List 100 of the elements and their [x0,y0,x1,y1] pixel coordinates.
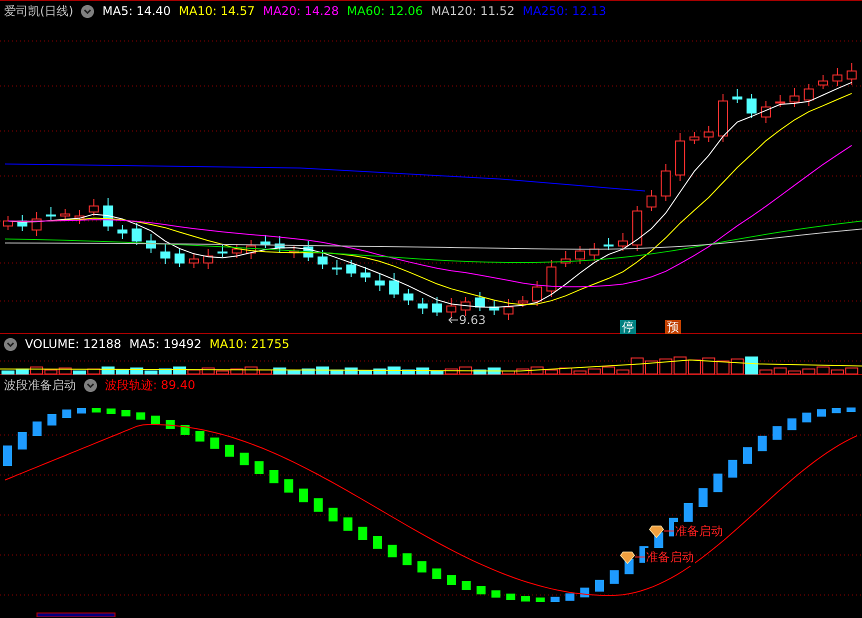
indicator-value: MA60: 12.06 [346,3,423,19]
low-price-label: 9.63 [459,312,486,329]
oscillator-bar [299,488,308,502]
candle [632,206,642,252]
oscillator-bar [787,418,796,430]
oscillator-bar [121,410,130,416]
oscillator-bar [758,436,767,452]
oscillator-bar [432,568,442,580]
chart-title: 波段准备启动 [4,377,76,393]
oscillator-bar [743,447,752,464]
oscillator-bar [476,586,486,594]
candle [32,212,42,236]
candle [132,222,142,246]
candle [818,74,828,90]
candle [232,244,242,258]
candle [589,242,600,262]
signal-label: 准备启动 [645,548,695,566]
oscillator-bar [595,580,604,592]
arrow-icon [447,315,459,325]
candle [403,288,414,306]
oscillator-bar [447,575,456,585]
oscillator-bar [491,590,500,598]
candle [3,216,13,230]
diamond-icon [620,550,635,564]
oscillator-bar [565,593,574,601]
candle [174,248,185,268]
oscillator-bar [610,570,619,584]
collapse-icon[interactable] [81,4,94,18]
oscillator-bar [106,408,116,414]
candle [460,296,471,316]
oscillator-bar [269,470,278,484]
candle [303,240,314,262]
oscillator-bar [698,488,708,507]
candle [689,132,700,144]
candle [546,260,556,298]
oscillator-bar [284,479,294,493]
oscillator-bar [462,580,471,590]
indicator-value: MA120: 11.52 [430,3,515,19]
indicator-value: 波段轨迹: 89.40 [105,377,196,393]
oscillator-bar [32,422,42,436]
collapse-icon[interactable] [84,378,97,392]
signal-badge: 停 [620,320,636,334]
candle [718,94,728,142]
oscillator-bar [817,409,826,417]
oscillator-bar [772,426,782,440]
candle [88,198,99,216]
indicator-value: MA20: 14.28 [262,3,339,19]
signal-label: 准备启动 [674,522,724,540]
oscillator-bar [358,526,368,540]
candle [832,68,842,86]
candle [318,250,328,270]
collapse-icon[interactable] [4,338,17,350]
candle [804,84,814,106]
chart-title: 爱司凯(日线) [4,3,74,19]
candle [732,88,742,104]
oscillator-bar [506,594,516,600]
signal-badge: 预 [665,320,681,334]
indicator-value: MA250: 12.13 [522,3,606,19]
oscillator-bar [210,438,220,449]
oscillator-bar [402,553,412,566]
candle [432,296,442,316]
candle [504,298,514,320]
indicator-value: MA10: 21755 [210,336,290,352]
candle [146,234,156,254]
candle [604,238,614,250]
candle [360,266,370,282]
candle [260,234,270,248]
candle [660,164,671,202]
oscillator-bar [254,461,264,474]
oscillator-bar [225,444,234,457]
oscillator-bar [180,425,190,435]
oscillator-bar [328,508,338,522]
candle [389,272,400,298]
oscillator-bar [92,408,101,412]
candle [346,260,356,278]
candle [489,300,500,316]
candle [74,210,84,224]
candle [117,224,128,240]
candle [17,214,28,232]
candle [618,232,628,252]
indicator-value: MA5: 19492 [129,336,202,352]
oscillator-bar [846,408,856,412]
candle [160,244,170,264]
oscillator-bar [802,412,812,422]
candle [218,244,228,258]
candle [532,280,542,306]
leader-line [635,555,645,559]
candle [446,298,456,318]
oscillator-bar [728,460,738,478]
oscillator-bar [684,503,693,522]
leader-line [664,529,674,533]
candle [518,296,528,308]
oscillator-bar [47,414,56,426]
oscillator-bar [314,498,323,512]
candle [274,236,285,254]
oscillator-bar [373,536,382,549]
oscillator-bar [417,561,426,572]
candle [790,88,800,108]
candle [418,298,428,314]
oscillator-bar [343,517,352,531]
